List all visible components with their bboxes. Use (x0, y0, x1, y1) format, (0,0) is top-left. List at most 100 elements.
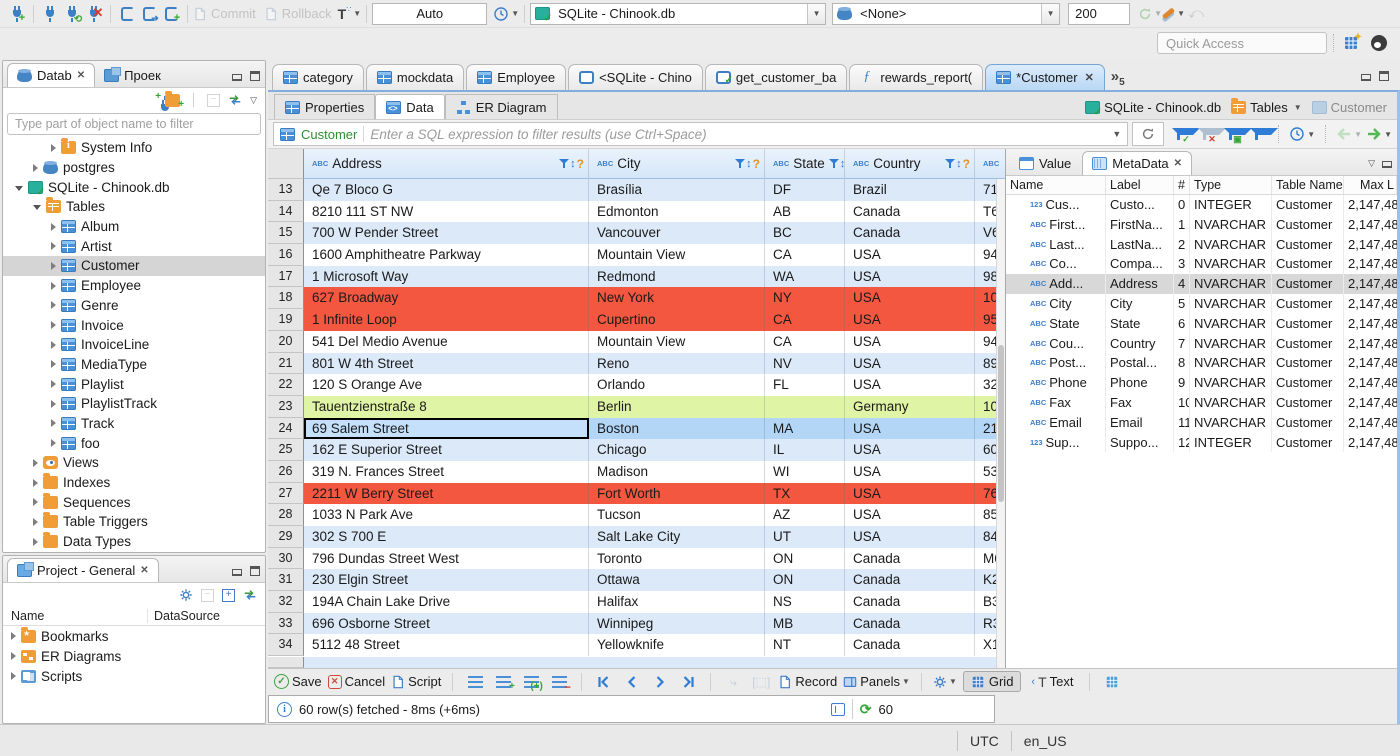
cell-label[interactable]: State (1106, 313, 1174, 334)
row-number-cell[interactable]: 32 (268, 591, 304, 613)
cell-state[interactable]: MA (765, 417, 845, 440)
cell-country[interactable]: USA (845, 309, 975, 331)
row-number-cell[interactable]: 22 (268, 374, 304, 396)
open-sql-console-button[interactable]: ➜ (138, 2, 160, 26)
cell-state[interactable]: TX (765, 482, 845, 505)
cell-max-length[interactable]: 2,147,483 (1344, 235, 1397, 255)
data-transfer-button[interactable]: ▼ (1161, 2, 1185, 26)
metadata-row[interactable]: 123Sup... Suppo... 12 INTEGER Customer 2… (1006, 432, 1397, 453)
expand-arrow-icon[interactable] (51, 380, 56, 389)
minimize-icon[interactable] (231, 566, 243, 577)
help-icon[interactable]: ? (753, 157, 760, 171)
cell-address[interactable]: 120 S Orange Ave (304, 374, 589, 396)
cell-city[interactable]: Boston (589, 417, 765, 440)
cell-state[interactable]: NS (765, 591, 845, 613)
tree-item[interactable]: Indexes (3, 473, 265, 493)
cell-max-length[interactable]: 2,147,483 (1344, 433, 1397, 453)
commit-button[interactable]: Commit (193, 2, 256, 26)
cell-max-length[interactable]: 2,147,483 (1344, 393, 1397, 413)
editor-tab[interactable]: mockdata ✕ (365, 64, 465, 90)
cell-country[interactable]: USA (845, 460, 975, 483)
expand-arrow-icon[interactable] (51, 242, 56, 251)
tree-item[interactable]: Views (3, 453, 265, 473)
help-icon[interactable]: ? (577, 157, 584, 171)
cell-state[interactable]: BC (765, 222, 845, 245)
new-connection-button[interactable]: + (6, 2, 28, 26)
cell-type[interactable]: NVARCHAR (1190, 333, 1272, 354)
refresh-button[interactable] (1132, 122, 1165, 146)
cell-address[interactable]: 1600 Amphitheatre Parkway (304, 244, 589, 266)
settings-gear-icon[interactable] (179, 588, 193, 602)
cell-country[interactable]: USA (845, 352, 975, 375)
help-icon[interactable]: ? (963, 157, 970, 171)
cell-state[interactable] (765, 395, 845, 418)
cell-column-name[interactable]: ABC Fax (1006, 392, 1106, 413)
cell-type[interactable]: NVARCHAR (1190, 412, 1272, 433)
cell-city[interactable]: Yellowknife (589, 634, 765, 657)
cell-ordinal[interactable]: 2 (1174, 234, 1190, 255)
cancel-button[interactable]: ✕ Cancel (327, 670, 385, 694)
view-menu-icon[interactable]: ▽ (1368, 158, 1375, 169)
row-number-cell[interactable]: 19 (268, 309, 304, 331)
cell-city[interactable]: Berlin (589, 395, 765, 418)
cell-ordinal[interactable]: 0 (1174, 195, 1190, 215)
editor-tab[interactable]: rewards_report( ✕ (849, 64, 984, 90)
column-datasource[interactable]: DataSource (148, 609, 220, 623)
duplicate-row-icon[interactable]: (+) (520, 670, 543, 694)
cell-country[interactable]: USA (845, 330, 975, 353)
cell-type[interactable]: NVARCHAR (1190, 293, 1272, 314)
table-row[interactable]: 33 696 Osborne Street Winnipeg MB Canada… (268, 612, 1005, 635)
cell-city[interactable]: New York (589, 287, 765, 310)
cell-country[interactable]: USA (845, 504, 975, 526)
fetch-all-icon[interactable]: [⬚] (750, 670, 772, 694)
tab-close-icon[interactable]: ✕ (1174, 158, 1182, 169)
sort-icon[interactable]: ↕ (746, 158, 752, 170)
metadata-row[interactable]: ABC First... FirstNa... 1 NVARCHAR Custom… (1006, 214, 1397, 235)
cell-state[interactable]: WA (765, 265, 845, 288)
cell-country[interactable]: Canada (845, 569, 975, 592)
cell-city[interactable]: Orlando (589, 374, 765, 396)
column-header-state[interactable]: ABC State ↕? (765, 149, 845, 179)
cell-state[interactable]: NT (765, 634, 845, 657)
cell-label[interactable]: LastNa... (1106, 234, 1174, 255)
row-number-cell[interactable]: 29 (268, 526, 304, 548)
cell-table-name[interactable]: Customer (1272, 392, 1344, 413)
cell-country[interactable]: Canada (845, 547, 975, 570)
metadata-row[interactable]: ABC City City 5 NVARCHAR Customer 2,147,4… (1006, 293, 1397, 314)
cell-city[interactable]: Ottawa (589, 569, 765, 592)
cell-city[interactable]: Winnipeg (589, 612, 765, 635)
remove-filter-icon[interactable]: ✕ (1194, 122, 1226, 146)
expand-arrow-icon[interactable] (51, 439, 56, 448)
tree-item[interactable]: Table Triggers (3, 512, 265, 532)
navigator-filter-input[interactable]: Type part of object name to filter (7, 113, 261, 135)
tree-item[interactable]: MediaType (3, 355, 265, 375)
cell-table-name[interactable]: Customer (1272, 412, 1344, 433)
first-page-icon[interactable] (593, 670, 615, 694)
cell-type[interactable]: NVARCHAR (1190, 214, 1272, 235)
cell-state[interactable]: CA (765, 244, 845, 266)
column-header-max-length[interactable]: Max L (1344, 176, 1397, 194)
row-number-cell[interactable]: 23 (268, 395, 304, 418)
table-row[interactable]: 19 1 Infinite Loop Cupertino CA USA 95 (268, 309, 1005, 331)
delete-row-icon[interactable]: − (548, 670, 571, 694)
maximize-icon[interactable] (1378, 71, 1390, 82)
vertical-scrollbar[interactable] (996, 179, 1005, 668)
tree-item[interactable]: Album (3, 217, 265, 237)
table-row[interactable]: 26 319 N. Frances Street Madison WI USA … (268, 460, 1005, 483)
collapse-all-icon[interactable]: − (201, 588, 214, 602)
filter-history-dropdown-icon[interactable]: ▼ (1112, 129, 1121, 139)
cell-city[interactable]: Toronto (589, 547, 765, 570)
cell-state[interactable]: AZ (765, 504, 845, 526)
reconnect-button[interactable]: ⟲ (61, 2, 83, 26)
cell-address[interactable]: 230 Elgin Street (304, 569, 589, 592)
cell-address[interactable]: 796 Dundas Street West (304, 547, 589, 570)
connect-button[interactable] (39, 2, 61, 26)
row-number-cell[interactable]: 34 (268, 634, 304, 657)
cell-state[interactable]: WI (765, 460, 845, 483)
cell-address[interactable]: 5112 48 Street (304, 634, 589, 657)
cell-state[interactable]: DF (765, 179, 845, 201)
rollback-button[interactable]: Rollback (264, 2, 332, 26)
table-row[interactable]: 25 162 E Superior Street Chicago IL USA … (268, 439, 1005, 461)
cell-type[interactable]: INTEGER (1190, 195, 1272, 215)
cell-country[interactable]: USA (845, 482, 975, 505)
